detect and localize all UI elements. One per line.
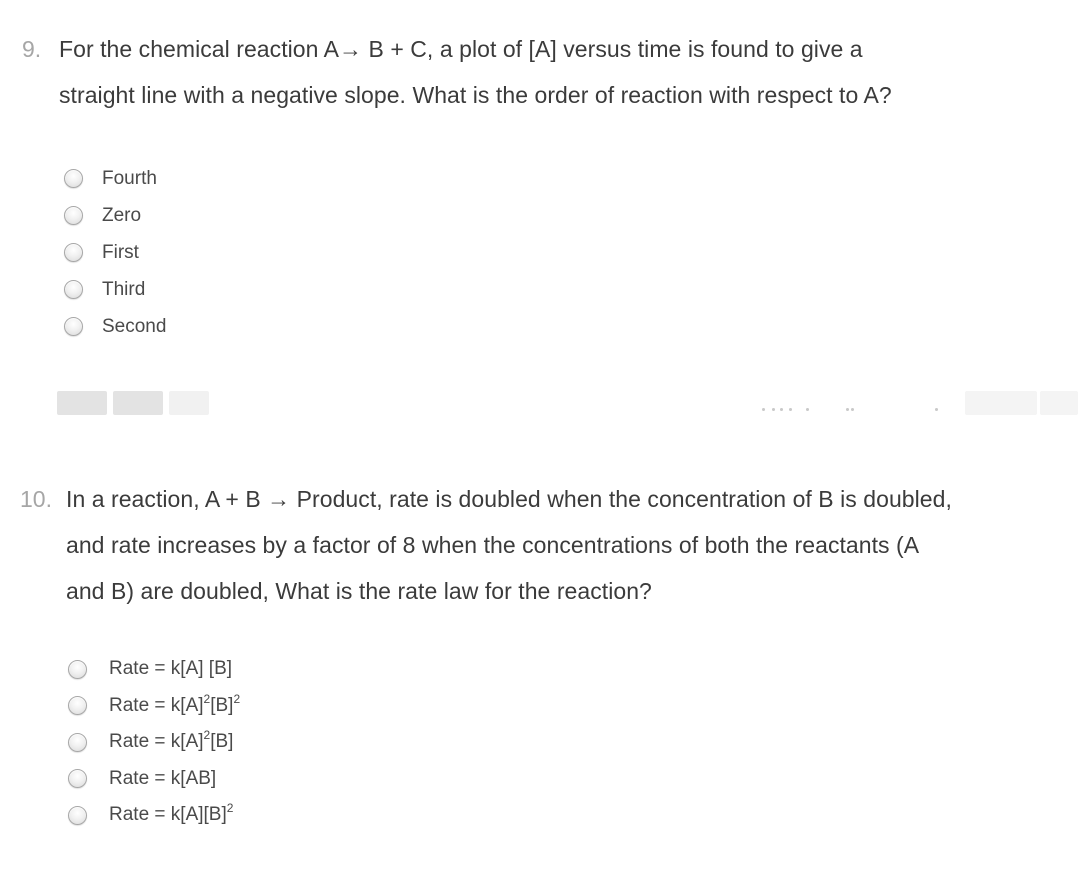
option-label: First xyxy=(102,241,139,263)
question-text-line: In a reaction, A + B → Product, rate is … xyxy=(66,486,952,512)
answer-option-second[interactable]: Second xyxy=(64,308,166,345)
answer-option-rate-ka2-b[interactable]: Rate = k[A]2[B] xyxy=(68,724,240,761)
toolbar-dot xyxy=(851,408,854,411)
superscript-exponent: 2 xyxy=(203,728,211,743)
toolbar-button-icon xyxy=(1040,391,1078,415)
question-text: In a reaction, A + B → Product, rate is … xyxy=(66,476,952,614)
toolbar-dot xyxy=(789,408,792,411)
toolbar-button-icon xyxy=(57,391,107,415)
question-number: 10. xyxy=(20,486,52,512)
radio-button[interactable] xyxy=(64,280,83,299)
radio-button[interactable] xyxy=(64,243,83,262)
option-label: Rate = k[A]2[B]2 xyxy=(109,691,241,716)
radio-button[interactable] xyxy=(68,659,87,679)
faded-toolbar xyxy=(0,391,1080,415)
radio-button[interactable] xyxy=(64,206,83,225)
radio-button[interactable] xyxy=(68,696,87,716)
answer-option-rate-ka-b2[interactable]: Rate = k[A][B]2 xyxy=(68,797,240,834)
toolbar-button-icon xyxy=(965,391,1037,415)
answer-option-fourth[interactable]: Fourth xyxy=(64,160,166,197)
answer-option-rate-ka2-kb2[interactable]: Rate = k[A]2[B]2 xyxy=(68,688,240,725)
toolbar-button-icon xyxy=(169,391,209,415)
toolbar-dot xyxy=(780,408,783,411)
option-label: Rate = k[A] [B] xyxy=(109,658,233,680)
option-label: Rate = k[A]2[B] xyxy=(109,728,234,753)
superscript-exponent: 2 xyxy=(203,691,211,706)
question-text-line: For the chemical reaction A→ B + C, a pl… xyxy=(59,36,863,62)
question-text-line: and B) are doubled, What is the rate law… xyxy=(66,578,652,604)
option-label: Zero xyxy=(102,204,142,226)
toolbar-button-icon xyxy=(113,391,163,415)
toolbar-dot xyxy=(772,408,775,411)
answer-option-first[interactable]: First xyxy=(64,234,166,271)
radio-button[interactable] xyxy=(64,317,83,336)
radio-button[interactable] xyxy=(68,769,87,789)
toolbar-dot xyxy=(762,408,765,411)
answer-options: Rate = k[A] [B] Rate = k[A]2[B]2 Rate = … xyxy=(68,651,240,834)
superscript-exponent: 2 xyxy=(233,691,241,706)
question-number: 9. xyxy=(22,36,42,62)
answer-option-rate-kab[interactable]: Rate = k[AB] xyxy=(68,761,240,798)
question-text-line: straight line with a negative slope. Wha… xyxy=(59,82,892,108)
question-text-line: and rate increases by a factor of 8 when… xyxy=(66,532,920,558)
toolbar-dot xyxy=(806,408,809,411)
radio-button[interactable] xyxy=(68,805,87,825)
answer-option-zero[interactable]: Zero xyxy=(64,197,166,234)
option-label: Third xyxy=(102,278,146,300)
question-text: For the chemical reaction A→ B + C, a pl… xyxy=(59,26,892,118)
option-label: Rate = k[A][B]2 xyxy=(109,801,234,826)
option-label: Second xyxy=(102,315,167,337)
answer-option-third[interactable]: Third xyxy=(64,271,166,308)
toolbar-dot xyxy=(935,408,938,411)
option-label: Fourth xyxy=(102,167,157,189)
answer-option-rate-ka-kb[interactable]: Rate = k[A] [B] xyxy=(68,651,240,688)
answer-options: Fourth Zero First Third Second xyxy=(64,160,166,345)
radio-button[interactable] xyxy=(68,732,87,752)
superscript-exponent: 2 xyxy=(226,801,234,816)
option-label: Rate = k[AB] xyxy=(109,767,217,789)
radio-button[interactable] xyxy=(64,169,83,188)
toolbar-dot xyxy=(846,408,849,411)
